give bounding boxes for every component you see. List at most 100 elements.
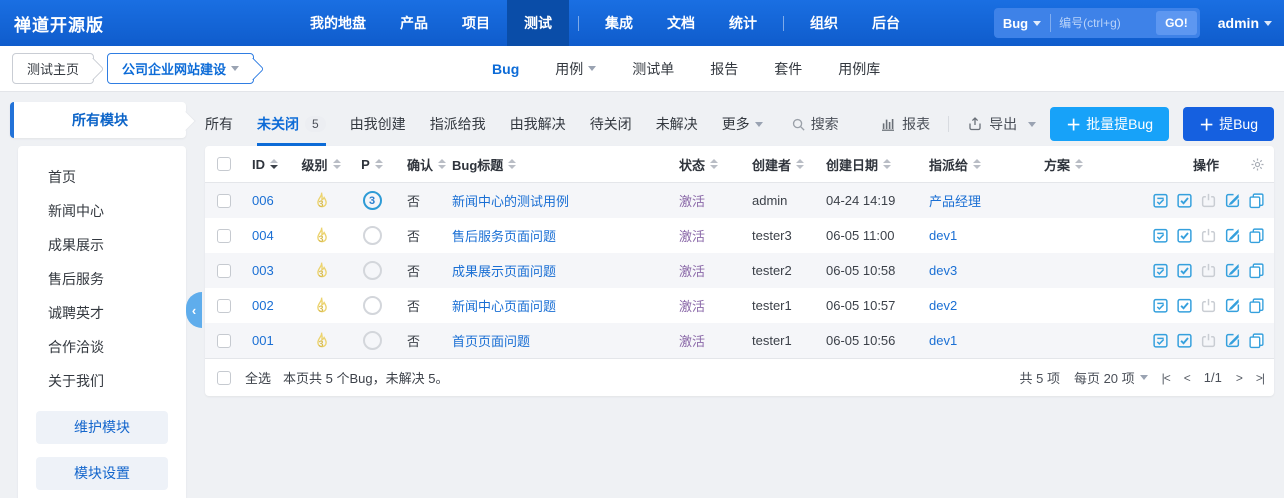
sidebar-item-cooperation[interactable]: 合作洽谈 <box>18 330 186 364</box>
column-header-date[interactable]: 创建日期 <box>822 155 925 174</box>
sidebar-all-modules[interactable]: 所有模块 <box>10 102 186 138</box>
filter-all[interactable]: 所有 <box>205 102 233 146</box>
bug-title-link[interactable]: 新闻中心页面问题 <box>452 296 556 315</box>
assigned-to-link[interactable]: dev1 <box>929 333 957 348</box>
bug-id-link[interactable]: 003 <box>252 263 274 278</box>
filter-opened-by-me[interactable]: 由我创建 <box>350 102 406 146</box>
app-brand[interactable]: 禅道开源版 <box>0 11 118 36</box>
sort-icon[interactable] <box>438 159 447 169</box>
edit-bug-icon[interactable] <box>1224 297 1241 314</box>
assigned-to-link[interactable]: dev3 <box>929 263 957 278</box>
filter-resolved-by-me[interactable]: 由我解决 <box>510 102 566 146</box>
sort-icon[interactable] <box>508 159 517 169</box>
column-header-creator[interactable]: 创建者 <box>748 155 822 174</box>
edit-bug-icon[interactable] <box>1224 192 1241 209</box>
first-page-button[interactable]: |< <box>1162 371 1171 385</box>
row-checkbox[interactable] <box>217 193 231 208</box>
confirm-bug-icon[interactable] <box>1152 227 1169 244</box>
confirm-bug-icon[interactable] <box>1152 262 1169 279</box>
bug-id-link[interactable]: 002 <box>252 298 274 313</box>
copy-bug-icon[interactable] <box>1248 297 1265 314</box>
search-go-button[interactable]: GO! <box>1156 11 1197 35</box>
column-header-confirm[interactable]: 确认 <box>397 155 452 174</box>
sidebar-item-after-sale[interactable]: 售后服务 <box>18 262 186 296</box>
row-checkbox[interactable] <box>217 298 231 313</box>
export-button[interactable]: 导出 <box>967 114 1037 134</box>
nav-item-my-dashboard[interactable]: 我的地盘 <box>293 0 383 46</box>
column-header-assigned-to[interactable]: 指派给 <box>925 155 1040 174</box>
sidebar-item-about-us[interactable]: 关于我们 <box>18 364 186 398</box>
assigned-to-link[interactable]: 产品经理 <box>929 191 981 210</box>
bug-title-link[interactable]: 新闻中心的测试用例 <box>452 191 569 210</box>
nav-item-org[interactable]: 组织 <box>793 0 855 46</box>
sort-icon[interactable] <box>710 159 719 169</box>
edit-bug-icon[interactable] <box>1224 262 1241 279</box>
resolve-bug-icon[interactable] <box>1176 227 1193 244</box>
tab-case[interactable]: 用例 <box>555 59 597 79</box>
search-input[interactable] <box>1051 8 1154 38</box>
copy-bug-icon[interactable] <box>1248 332 1265 349</box>
tab-caselib[interactable]: 用例库 <box>838 59 880 79</box>
column-header-status[interactable]: 状态 <box>675 155 748 174</box>
maintain-modules-button[interactable]: 维护模块 <box>36 411 168 444</box>
next-page-button[interactable]: > <box>1236 371 1243 385</box>
column-header-id[interactable]: ID <box>243 157 295 172</box>
gear-icon[interactable] <box>1250 157 1265 172</box>
column-header-severity[interactable]: 级别 <box>295 155 347 174</box>
bug-title-link[interactable]: 首页页面问题 <box>452 331 530 350</box>
sort-icon[interactable] <box>883 159 892 169</box>
assigned-to-link[interactable]: dev2 <box>929 298 957 313</box>
user-menu[interactable]: admin <box>1218 15 1272 31</box>
crumb-product-switcher[interactable]: 公司企业网站建设 <box>107 53 255 84</box>
copy-bug-icon[interactable] <box>1248 192 1265 209</box>
filter-to-close[interactable]: 待关闭 <box>590 102 632 146</box>
report-button[interactable]: 报表 <box>880 114 930 134</box>
sidebar-item-news[interactable]: 新闻中心 <box>18 194 186 228</box>
bug-title-link[interactable]: 售后服务页面问题 <box>452 226 556 245</box>
prev-page-button[interactable]: < <box>1184 371 1191 385</box>
crumb-test-home[interactable]: 测试主页 <box>12 53 95 84</box>
row-checkbox[interactable] <box>217 228 231 243</box>
column-header-plan[interactable]: 方案 <box>1040 155 1140 174</box>
select-all-label[interactable]: 全选 <box>245 368 271 387</box>
sort-icon[interactable] <box>374 159 383 169</box>
tab-testtask[interactable]: 测试单 <box>632 59 674 79</box>
confirm-bug-icon[interactable] <box>1152 192 1169 209</box>
edit-bug-icon[interactable] <box>1224 227 1241 244</box>
sort-icon[interactable] <box>1075 159 1084 169</box>
assigned-to-link[interactable]: dev1 <box>929 228 957 243</box>
nav-item-test[interactable]: 测试 <box>507 0 569 46</box>
nav-item-product[interactable]: 产品 <box>383 0 445 46</box>
bug-id-link[interactable]: 001 <box>252 333 274 348</box>
copy-bug-icon[interactable] <box>1248 262 1265 279</box>
sort-icon[interactable] <box>270 159 278 169</box>
bug-id-link[interactable]: 006 <box>252 193 274 208</box>
bug-id-link[interactable]: 004 <box>252 228 274 243</box>
row-checkbox[interactable] <box>217 263 231 278</box>
confirm-bug-icon[interactable] <box>1152 297 1169 314</box>
nav-item-doc[interactable]: 文档 <box>650 0 712 46</box>
edit-bug-icon[interactable] <box>1224 332 1241 349</box>
sidebar-item-jobs[interactable]: 诚聘英才 <box>18 296 186 330</box>
nav-item-stats[interactable]: 统计 <box>712 0 774 46</box>
confirm-bug-icon[interactable] <box>1152 332 1169 349</box>
tab-suite[interactable]: 套件 <box>774 59 802 79</box>
filter-assigned-to-me[interactable]: 指派给我 <box>430 102 486 146</box>
row-checkbox[interactable] <box>217 333 231 348</box>
sidebar-item-achievements[interactable]: 成果展示 <box>18 228 186 262</box>
copy-bug-icon[interactable] <box>1248 227 1265 244</box>
column-header-pri[interactable]: P <box>347 157 397 172</box>
tab-bug[interactable]: Bug <box>492 61 519 77</box>
create-bug-button[interactable]: ＋提Bug <box>1183 107 1274 141</box>
last-page-button[interactable]: >| <box>1256 371 1265 385</box>
search-toggle[interactable]: 搜索 <box>791 114 839 134</box>
sort-icon[interactable] <box>973 159 982 169</box>
sidebar-collapse-handle[interactable]: ‹ <box>186 292 202 328</box>
nav-item-integration[interactable]: 集成 <box>588 0 650 46</box>
tab-report[interactable]: 报告 <box>710 59 738 79</box>
sidebar-item-home[interactable]: 首页 <box>18 160 186 194</box>
filter-more[interactable]: 更多 <box>722 102 763 146</box>
resolve-bug-icon[interactable] <box>1176 297 1193 314</box>
column-header-actions[interactable]: 操作 <box>1140 155 1274 174</box>
sort-icon[interactable] <box>332 159 341 169</box>
